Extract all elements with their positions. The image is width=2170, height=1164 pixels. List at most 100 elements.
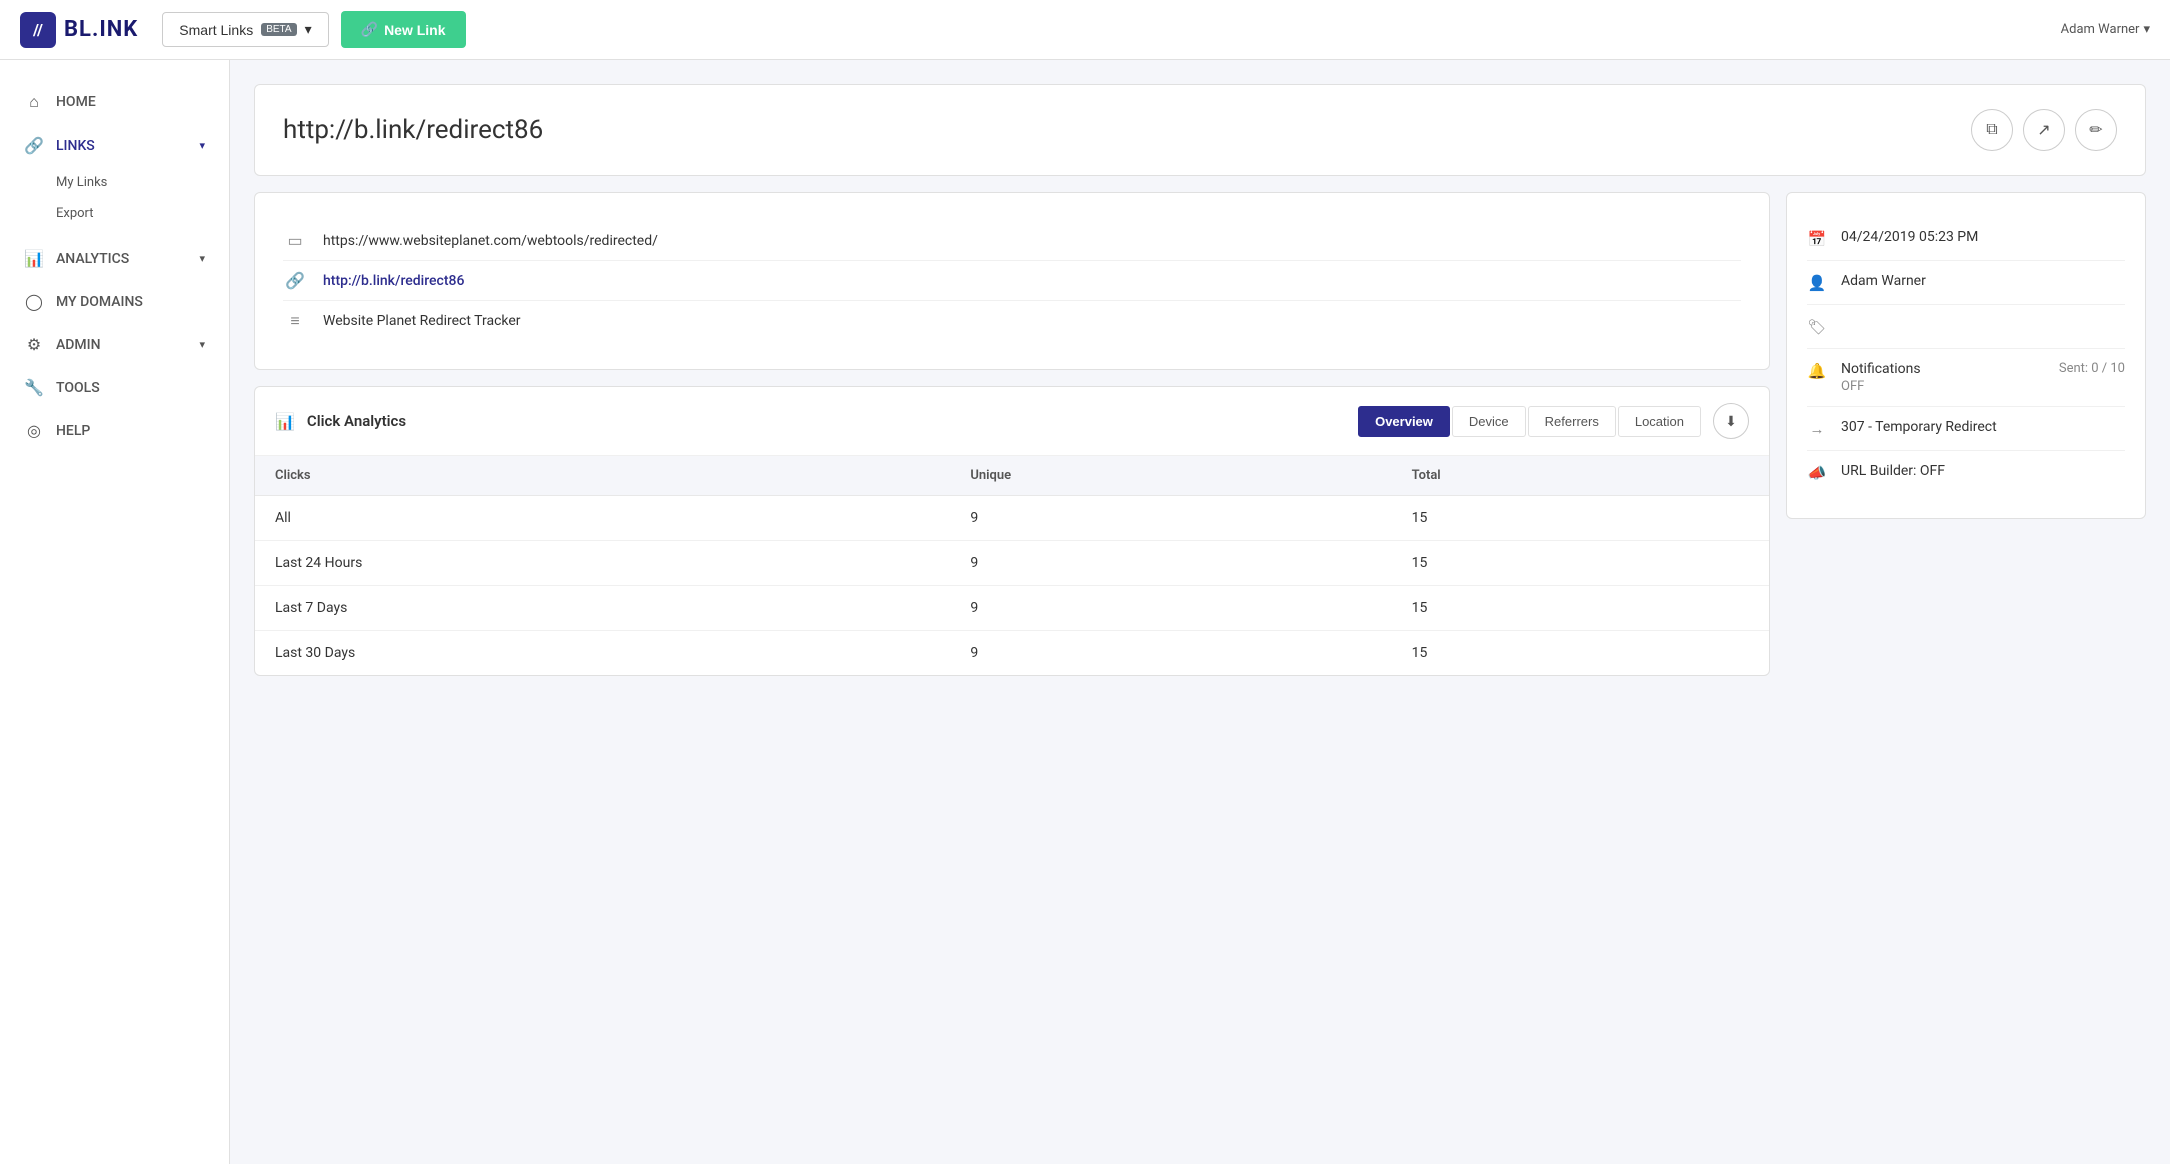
browser-icon: ▭ — [283, 231, 307, 250]
notifications-content: Notifications OFF Sent: 0 / 10 — [1841, 361, 2125, 394]
user-name: Adam Warner — [2061, 22, 2140, 37]
tab-location[interactable]: Location — [1618, 406, 1701, 437]
left-column: ▭ https://www.websiteplanet.com/webtools… — [254, 192, 1770, 676]
sidebar-item-export[interactable]: Export — [56, 198, 229, 229]
sidebar-item-label: TOOLS — [56, 380, 100, 396]
short-url-link[interactable]: http://b.link/redirect86 — [323, 273, 464, 289]
clicks-table: Clicks Unique Total All 9 15 Last 24 Hou… — [255, 456, 1769, 675]
sidebar-item-my-links[interactable]: My Links — [56, 167, 229, 198]
notifications-label: Notifications — [1841, 361, 1921, 377]
main-content: http://b.link/redirect86 ⧉ ↗ ✏ — [230, 60, 2170, 1164]
url-builder-status: URL Builder: OFF — [1841, 463, 1945, 479]
user-menu[interactable]: Adam Warner ▾ — [2061, 22, 2150, 37]
domains-icon: ◯ — [24, 292, 44, 311]
destination-url: https://www.websiteplanet.com/webtools/r… — [323, 233, 658, 249]
table-header-row: Clicks Unique Total — [255, 456, 1769, 496]
right-column: 📅 04/24/2019 05:23 PM 👤 Adam Warner 🏷 🔔 — [1786, 192, 2146, 676]
sidebar-item-label: ANALYTICS — [56, 251, 129, 267]
info-card: 📅 04/24/2019 05:23 PM 👤 Adam Warner 🏷 🔔 — [1786, 192, 2146, 519]
table-row: Last 24 Hours 9 15 — [255, 541, 1769, 586]
chevron-down-icon: ▾ — [199, 338, 205, 351]
analytics-icon: 📊 — [24, 249, 44, 268]
logo-icon: // — [20, 12, 56, 48]
bell-icon: 🔔 — [1807, 362, 1827, 380]
row-label: Last 30 Days — [255, 631, 950, 676]
download-icon: ⬇ — [1725, 413, 1737, 430]
tab-overview[interactable]: Overview — [1358, 406, 1450, 437]
created-date-row: 📅 04/24/2019 05:23 PM — [1807, 217, 2125, 261]
sidebar-sub-links: My Links Export — [0, 167, 229, 237]
owner-row: 👤 Adam Warner — [1807, 261, 2125, 305]
copy-button[interactable]: ⧉ — [1971, 109, 2013, 151]
download-button[interactable]: ⬇ — [1713, 403, 1749, 439]
sidebar-item-label: HOME — [56, 94, 96, 110]
row-unique: 9 — [950, 586, 1391, 631]
redirect-type-row: → 307 - Temporary Redirect — [1807, 407, 2125, 451]
logo: // BL.INK — [20, 12, 138, 48]
header-actions: ⧉ ↗ ✏ — [1971, 109, 2117, 151]
analytics-title: Click Analytics — [307, 412, 406, 430]
bar-chart-icon: 📊 — [275, 412, 295, 431]
smart-links-label: Smart Links — [179, 22, 253, 38]
user-chevron-icon: ▾ — [2143, 22, 2150, 37]
col-unique: Unique — [950, 456, 1391, 496]
table-row: Last 30 Days 9 15 — [255, 631, 1769, 676]
row-total: 15 — [1392, 496, 1769, 541]
sidebar-item-label: ADMIN — [56, 337, 101, 353]
row-unique: 9 — [950, 541, 1391, 586]
row-label: Last 7 Days — [255, 586, 950, 631]
calendar-icon: 📅 — [1807, 230, 1827, 248]
created-date: 04/24/2019 05:23 PM — [1841, 229, 1978, 245]
row-unique: 9 — [950, 496, 1391, 541]
col-total: Total — [1392, 456, 1769, 496]
sidebar-item-admin[interactable]: ⚙ ADMIN ▾ — [0, 323, 229, 366]
links-icon: 🔗 — [24, 136, 44, 155]
user-icon: 👤 — [1807, 274, 1827, 292]
sidebar-item-home[interactable]: ⌂ HOME — [0, 80, 229, 124]
chevron-down-icon: ▾ — [305, 21, 312, 38]
link-details-card: ▭ https://www.websiteplanet.com/webtools… — [254, 192, 1770, 370]
new-link-button[interactable]: 🔗 New Link — [341, 11, 466, 48]
title-row: ≡ Website Planet Redirect Tracker — [283, 301, 1741, 341]
logo-text: BL.INK — [64, 17, 138, 42]
notifications-status-row: Notifications OFF Sent: 0 / 10 — [1841, 361, 2125, 394]
sidebar-item-analytics[interactable]: 📊 ANALYTICS ▾ — [0, 237, 229, 280]
short-url-row: 🔗 http://b.link/redirect86 — [283, 261, 1741, 301]
analytics-tabs: Overview Device Referrers Location — [1358, 406, 1701, 437]
notifications-status: OFF — [1841, 379, 1921, 394]
analytics-header: 📊 Click Analytics Overview Device Referr… — [255, 387, 1769, 456]
row-label: Last 24 Hours — [255, 541, 950, 586]
analytics-card: 📊 Click Analytics Overview Device Referr… — [254, 386, 1770, 676]
url-builder-row: 📣 URL Builder: OFF — [1807, 451, 2125, 494]
tab-referrers[interactable]: Referrers — [1528, 406, 1616, 437]
smart-links-button[interactable]: Smart Links BETA ▾ — [162, 12, 328, 47]
row-total: 15 — [1392, 541, 1769, 586]
content-row: ▭ https://www.websiteplanet.com/webtools… — [254, 192, 2146, 676]
table-row: Last 7 Days 9 15 — [255, 586, 1769, 631]
top-navigation: // BL.INK Smart Links BETA ▾ 🔗 New Link … — [0, 0, 2170, 60]
admin-icon: ⚙ — [24, 335, 44, 354]
tags-row: 🏷 — [1807, 305, 2125, 349]
help-icon: ◎ — [24, 421, 44, 440]
owner-name: Adam Warner — [1841, 273, 1926, 289]
table-row: All 9 15 — [255, 496, 1769, 541]
sidebar-item-help[interactable]: ◎ HELP — [0, 409, 229, 452]
edit-button[interactable]: ✏ — [2075, 109, 2117, 151]
link-title: Website Planet Redirect Tracker — [323, 313, 521, 329]
tools-icon: 🔧 — [24, 378, 44, 397]
tag-icon: 🏷 — [1807, 318, 1827, 336]
chevron-down-icon: ▾ — [199, 252, 205, 265]
link-icon: 🔗 — [361, 21, 378, 38]
sidebar: ⌂ HOME 🔗 LINKS ▾ My Links Export 📊 ANALY… — [0, 60, 230, 1164]
sidebar-item-links[interactable]: 🔗 LINKS ▾ — [0, 124, 229, 167]
sidebar-item-label: LINKS — [56, 138, 95, 154]
row-unique: 9 — [950, 631, 1391, 676]
home-icon: ⌂ — [24, 92, 44, 112]
tab-device[interactable]: Device — [1452, 406, 1526, 437]
sidebar-item-my-domains[interactable]: ◯ MY DOMAINS — [0, 280, 229, 323]
open-external-button[interactable]: ↗ — [2023, 109, 2065, 151]
row-total: 15 — [1392, 586, 1769, 631]
external-link-icon: ↗ — [2037, 120, 2050, 140]
sidebar-item-tools[interactable]: 🔧 TOOLS — [0, 366, 229, 409]
col-clicks: Clicks — [255, 456, 950, 496]
